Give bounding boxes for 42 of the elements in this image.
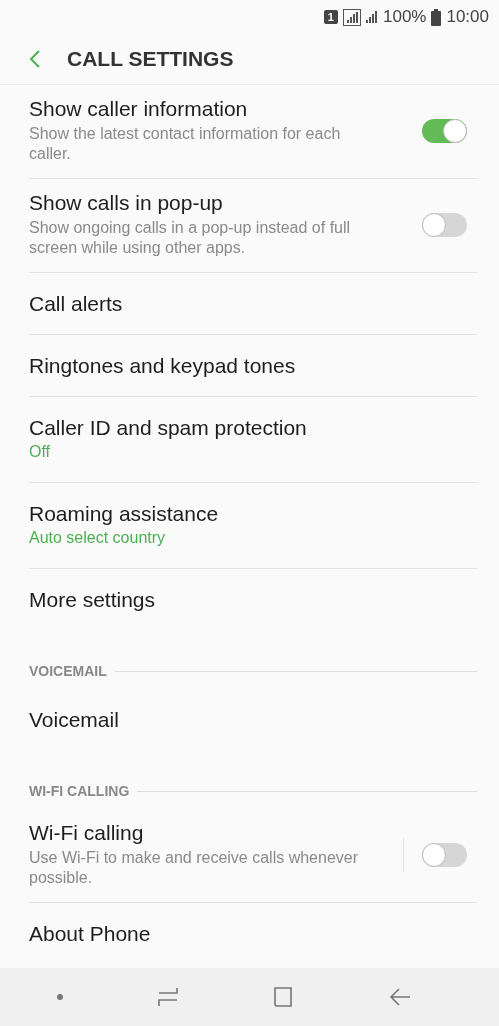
dot-icon[interactable] [56, 994, 63, 1000]
item-description: Use Wi-Fi to make and receive calls whenever possible. [29, 848, 359, 888]
back-icon[interactable] [29, 49, 41, 69]
item-value: Auto select country [29, 529, 167, 547]
settings-item[interactable]: Show caller information Show the latest contact information for each caller. [29, 85, 477, 179]
section-header: VOICEMAIL [29, 663, 107, 679]
settings-item[interactable]: Voicemail [29, 689, 477, 751]
item-title: Caller ID and spam protection [29, 416, 308, 440]
settings-item[interactable]: More settings [29, 569, 477, 631]
item-title: Call alerts [29, 291, 124, 316]
item-title: Voicemail [29, 708, 120, 732]
item-title: Show caller information [29, 97, 249, 121]
item-title: Roaming assistance [29, 502, 220, 526]
item-title: Wi-Fi calling [29, 821, 145, 845]
toggle-switch[interactable] [422, 212, 467, 237]
settings-item[interactable]: Wi-Fi calling Use Wi-Fi to make and receive calls whenever possible. [29, 809, 477, 903]
recents-icon[interactable] [156, 986, 179, 1008]
section-header: WI-FI CALLING [29, 783, 130, 799]
settings-item[interactable]: Ringtones and keypad tones [29, 335, 477, 397]
settings-item[interactable]: Caller ID and spam protection Off [29, 397, 477, 483]
toggle-switch[interactable] [422, 842, 467, 867]
item-description: Show ongoing calls in a pop-up instead of full screen while using other apps. [29, 218, 352, 258]
item-description: Show the latest contact information for each caller. [29, 124, 342, 164]
toggle-switch[interactable] [422, 118, 467, 143]
item-title: Ringtones and keypad tones [29, 353, 297, 378]
signal-icon [342, 8, 361, 26]
battery-percent: 100% [382, 7, 427, 27]
battery-icon [431, 8, 442, 26]
back-icon[interactable] [388, 987, 413, 1007]
item-title: About Phone [29, 922, 152, 946]
settings-item[interactable]: Call alerts [29, 273, 477, 335]
clock: 10:00 [446, 7, 489, 27]
item-title: Show calls in pop-up [29, 191, 224, 215]
settings-item[interactable]: About Phone [29, 903, 477, 965]
settings-item[interactable]: Roaming assistance Auto select country [29, 483, 477, 569]
item-value: Off [29, 443, 52, 461]
signal-icon [365, 11, 378, 23]
settings-item[interactable]: Show calls in pop-up Show ongoing calls in a pop-up instead of full screen while using other apps. [29, 179, 477, 273]
home-icon[interactable] [272, 986, 295, 1008]
sim-icon: 1 [323, 10, 338, 24]
item-title: More settings [29, 588, 157, 612]
screen-title: CALL SETTINGS [67, 47, 234, 71]
